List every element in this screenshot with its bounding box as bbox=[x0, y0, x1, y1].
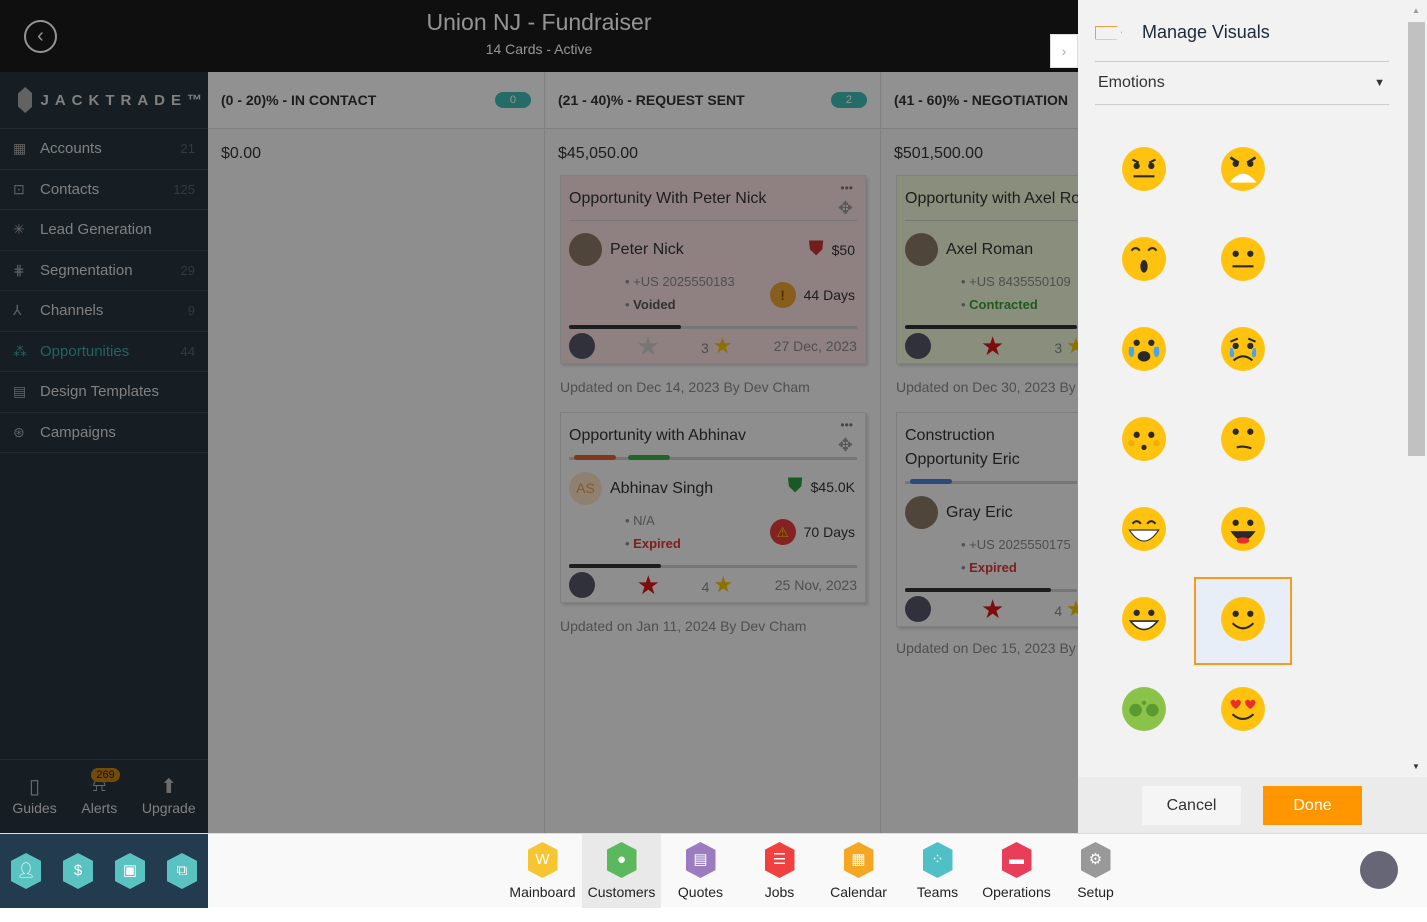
emoji-blushing[interactable] bbox=[1095, 397, 1193, 485]
cancel-button[interactable]: Cancel bbox=[1142, 786, 1241, 825]
big-smile-emoji-icon bbox=[1121, 596, 1167, 647]
angry-emoji-icon bbox=[1220, 146, 1266, 197]
surprised-emoji-icon bbox=[1121, 236, 1167, 287]
flow-icon: ⧉ bbox=[176, 862, 188, 879]
app-label: Jobs bbox=[764, 884, 795, 900]
emoji-heart-eyes[interactable] bbox=[1194, 667, 1292, 755]
emoji-sick[interactable] bbox=[1095, 667, 1193, 755]
app-operations[interactable]: ▬ Operations bbox=[977, 834, 1056, 908]
blushing-emoji-icon bbox=[1121, 416, 1167, 467]
emoji-smile[interactable] bbox=[1194, 577, 1292, 665]
scrollbar[interactable]: ▲ ▼ bbox=[1408, 6, 1425, 771]
operations-icon: ▬ bbox=[1001, 842, 1032, 878]
emoji-surprised[interactable] bbox=[1095, 217, 1193, 305]
sick-emoji-icon bbox=[1121, 686, 1167, 737]
app-mainboard[interactable]: W Mainboard bbox=[503, 834, 582, 908]
app-calendar[interactable]: ▦ Calendar bbox=[819, 834, 898, 908]
neutral-emoji-icon bbox=[1220, 236, 1266, 287]
category-value: Emotions bbox=[1098, 74, 1165, 91]
scrollbar-thumb[interactable] bbox=[1408, 22, 1425, 456]
quotes-icon: ▤ bbox=[685, 842, 716, 878]
smiling-tongue-emoji-icon bbox=[1220, 506, 1266, 557]
app-label: Quotes bbox=[677, 884, 724, 900]
user-button[interactable]: 👤︎ bbox=[11, 853, 41, 889]
emoji-big-smile[interactable] bbox=[1095, 577, 1193, 665]
emoji-confused[interactable] bbox=[1194, 397, 1292, 485]
confused-emoji-icon bbox=[1220, 416, 1266, 467]
unamused-emoji-icon bbox=[1121, 146, 1167, 197]
user-icon: 👤︎ bbox=[16, 862, 36, 879]
panel-title: Manage Visuals bbox=[1142, 22, 1270, 42]
manage-visuals-panel: Manage Visuals Emotions ▼ ▲ ▼ Cancel Done bbox=[1078, 0, 1427, 833]
tag-icon bbox=[1095, 25, 1122, 40]
setup-icon: ⚙ bbox=[1080, 842, 1111, 878]
emoji-angry[interactable] bbox=[1194, 127, 1292, 215]
mainboard-icon: W bbox=[527, 842, 558, 878]
scroll-up-icon[interactable]: ▲ bbox=[1412, 6, 1420, 15]
app-label: Setup bbox=[1077, 884, 1114, 900]
grinning-emoji-icon bbox=[1121, 506, 1167, 557]
heart-eyes-emoji-icon bbox=[1220, 686, 1266, 737]
modal-backdrop[interactable] bbox=[0, 0, 1078, 833]
smile-emoji-icon bbox=[1220, 596, 1266, 647]
emoji-unamused[interactable] bbox=[1095, 127, 1193, 215]
chat-button[interactable]: ▣ bbox=[115, 853, 145, 889]
customers-icon: ● bbox=[606, 842, 637, 878]
dollar-icon: $ bbox=[73, 862, 83, 879]
calendar-icon: ▦ bbox=[843, 842, 874, 878]
emoji-grid bbox=[1095, 127, 1395, 767]
caret-down-icon: ▼ bbox=[1374, 77, 1385, 89]
app-label: Mainboard bbox=[509, 884, 576, 900]
emoji-sad[interactable] bbox=[1194, 307, 1292, 395]
scroll-down-icon[interactable]: ▼ bbox=[1412, 762, 1420, 771]
emoji-grinning[interactable] bbox=[1095, 487, 1193, 575]
bottom-nav: 👤︎ $ ▣ ⧉ W Mainboard ● Customers ▤ Quotes ☰ Jobs ▦ C… bbox=[0, 833, 1427, 908]
chevron-right-icon[interactable]: › bbox=[1050, 34, 1078, 68]
app-quotes[interactable]: ▤ Quotes bbox=[661, 834, 740, 908]
sad-emoji-icon bbox=[1220, 326, 1266, 377]
emoji-crying[interactable] bbox=[1095, 307, 1193, 395]
done-button[interactable]: Done bbox=[1263, 786, 1362, 825]
app-label: Customers bbox=[587, 884, 656, 900]
crying-emoji-icon bbox=[1121, 326, 1167, 377]
teams-icon: ⁘ bbox=[922, 842, 953, 878]
jobs-icon: ☰ bbox=[764, 842, 795, 878]
emoji-neutral[interactable] bbox=[1194, 217, 1292, 305]
app-setup[interactable]: ⚙ Setup bbox=[1056, 834, 1135, 908]
app-jobs[interactable]: ☰ Jobs bbox=[740, 834, 819, 908]
category-select[interactable]: Emotions ▼ bbox=[1095, 61, 1389, 105]
app-customers[interactable]: ● Customers bbox=[582, 834, 661, 908]
app-label: Teams bbox=[916, 884, 959, 900]
chat-icon: ▣ bbox=[122, 862, 138, 879]
user-avatar[interactable] bbox=[1360, 851, 1398, 889]
emoji-smiling-tongue[interactable] bbox=[1194, 487, 1292, 575]
app-teams[interactable]: ⁘ Teams bbox=[898, 834, 977, 908]
flow-button[interactable]: ⧉ bbox=[167, 853, 197, 889]
dollar-button[interactable]: $ bbox=[63, 853, 93, 889]
app-label: Calendar bbox=[830, 884, 887, 900]
app-label: Operations bbox=[982, 884, 1051, 900]
